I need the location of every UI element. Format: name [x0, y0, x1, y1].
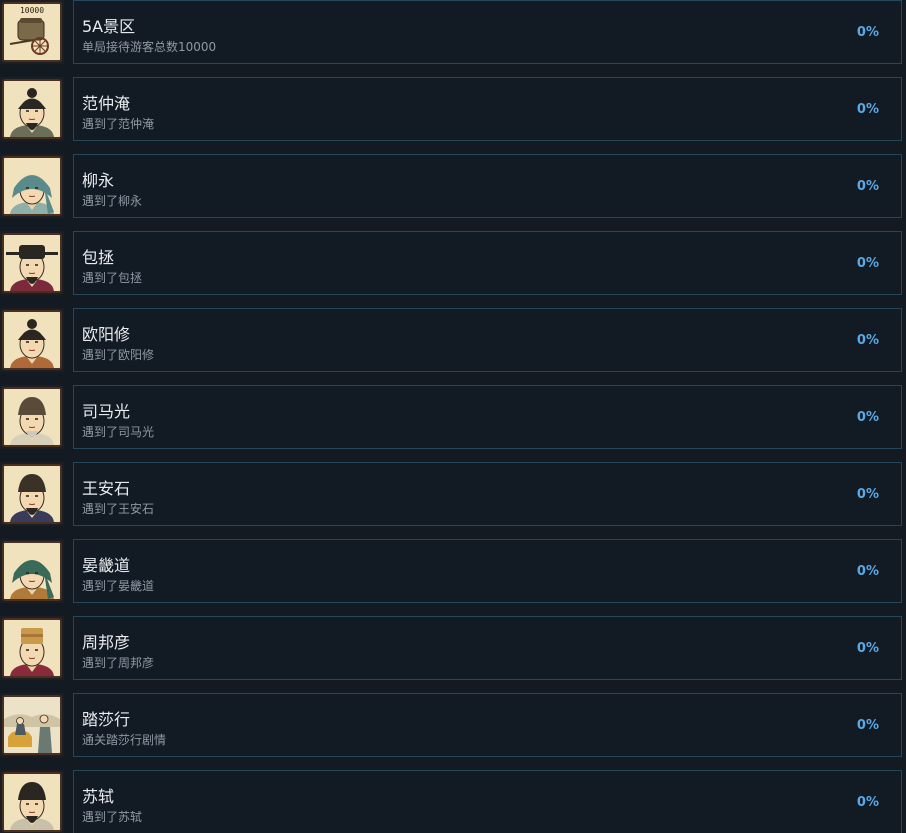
unlock-percentage: 0%	[856, 179, 879, 194]
portrait-liu-yong-icon	[2, 156, 62, 216]
achievement-description: 遇到了柳永	[82, 194, 143, 208]
achievement-thumb	[0, 231, 64, 295]
achievement-thumb	[0, 77, 64, 141]
achievement-card: 柳永遇到了柳永 0%	[73, 154, 902, 218]
achievement-title: 踏莎行	[82, 710, 131, 729]
achievement-title: 苏轼	[82, 787, 115, 806]
achievement-card: 欧阳修遇到了欧阳修 0%	[73, 308, 902, 372]
unlock-percentage: 0%	[856, 487, 879, 502]
portrait-sima-guang-icon	[2, 387, 62, 447]
achievement-thumb	[0, 693, 64, 757]
achievement-card: 踏莎行通关踏莎行剧情 0%	[73, 693, 902, 757]
achievement-card: 范仲淹遇到了范仲淹 0%	[73, 77, 902, 141]
achievement-description: 遇到了范仲淹	[82, 117, 155, 131]
achievement-thumb	[0, 385, 64, 449]
achievement-row[interactable]: 王安石遇到了王安石 0%	[0, 462, 906, 539]
portrait-ouyang-xiu-icon	[2, 310, 62, 370]
achievement-title: 包拯	[82, 248, 115, 267]
unlock-percentage: 0%	[856, 102, 879, 117]
achievement-card: 司马光遇到了司马光 0%	[73, 385, 902, 449]
achievement-description: 遇到了苏轼	[82, 810, 143, 824]
achievement-description: 遇到了周邦彦	[82, 656, 155, 670]
portrait-yan-jidao-icon	[2, 541, 62, 601]
achievement-row[interactable]: 苏轼遇到了苏轼 0%	[0, 770, 906, 833]
cart-icon: 10000	[2, 2, 62, 62]
achievement-thumb	[0, 539, 64, 603]
achievement-row[interactable]: 欧阳修遇到了欧阳修 0%	[0, 308, 906, 385]
achievement-list[interactable]: 10000 5A景区单局接待游客总数10000 0% 范仲淹遇到了范仲淹 0% 柳永…	[0, 0, 906, 833]
unlock-percentage: 0%	[856, 718, 879, 733]
scene-tasha-xing-icon	[2, 695, 62, 755]
achievement-title: 柳永	[82, 171, 115, 190]
unlock-percentage: 0%	[856, 256, 879, 271]
achievement-description: 通关踏莎行剧情	[82, 733, 167, 747]
achievement-title: 王安石	[82, 479, 131, 498]
achievement-thumb	[0, 308, 64, 372]
achievement-thumb	[0, 154, 64, 218]
achievement-title: 晏畿道	[82, 556, 131, 575]
achievement-description: 遇到了王安石	[82, 502, 155, 516]
achievement-thumb	[0, 462, 64, 526]
unlock-percentage: 0%	[856, 333, 879, 348]
portrait-su-shi-icon	[2, 772, 62, 832]
achievement-description: 遇到了司马光	[82, 425, 155, 439]
unlock-percentage: 0%	[856, 410, 879, 425]
unlock-percentage: 0%	[856, 564, 879, 579]
achievement-thumb	[0, 616, 64, 680]
achievement-row[interactable]: 晏畿道遇到了晏畿道 0%	[0, 539, 906, 616]
achievement-description: 遇到了晏畿道	[82, 579, 155, 593]
achievement-card: 王安石遇到了王安石 0%	[73, 462, 902, 526]
achievement-thumb	[0, 770, 64, 833]
unlock-percentage: 0%	[856, 641, 879, 656]
achievement-row[interactable]: 司马光遇到了司马光 0%	[0, 385, 906, 462]
svg-text:10000: 10000	[20, 6, 44, 15]
portrait-wang-anshi-icon	[2, 464, 62, 524]
achievement-thumb: 10000	[0, 0, 64, 64]
portrait-zhou-bangyan-icon	[2, 618, 62, 678]
achievement-row[interactable]: 10000 5A景区单局接待游客总数10000 0%	[0, 0, 906, 77]
achievement-row[interactable]: 范仲淹遇到了范仲淹 0%	[0, 77, 906, 154]
achievement-title: 司马光	[82, 402, 131, 421]
portrait-bao-zheng-icon	[2, 233, 62, 293]
achievement-card: 苏轼遇到了苏轼 0%	[73, 770, 902, 833]
achievement-row[interactable]: 周邦彦遇到了周邦彦 0%	[0, 616, 906, 693]
achievement-row[interactable]: 包拯遇到了包拯 0%	[0, 231, 906, 308]
unlock-percentage: 0%	[856, 795, 879, 810]
achievement-description: 遇到了包拯	[82, 271, 143, 285]
achievement-title: 范仲淹	[82, 94, 131, 113]
unlock-percentage: 0%	[856, 25, 879, 40]
achievement-title: 周邦彦	[82, 633, 131, 652]
achievement-card: 周邦彦遇到了周邦彦 0%	[73, 616, 902, 680]
achievement-row[interactable]: 柳永遇到了柳永 0%	[0, 154, 906, 231]
portrait-fan-zhongyan-icon	[2, 79, 62, 139]
achievement-description: 遇到了欧阳修	[82, 348, 155, 362]
achievement-title: 欧阳修	[82, 325, 131, 344]
achievement-row[interactable]: 踏莎行通关踏莎行剧情 0%	[0, 693, 906, 770]
achievement-card: 5A景区单局接待游客总数10000 0%	[73, 0, 902, 64]
achievement-card: 包拯遇到了包拯 0%	[73, 231, 902, 295]
achievement-description: 单局接待游客总数10000	[82, 40, 217, 54]
achievement-card: 晏畿道遇到了晏畿道 0%	[73, 539, 902, 603]
achievement-title: 5A景区	[82, 17, 136, 36]
